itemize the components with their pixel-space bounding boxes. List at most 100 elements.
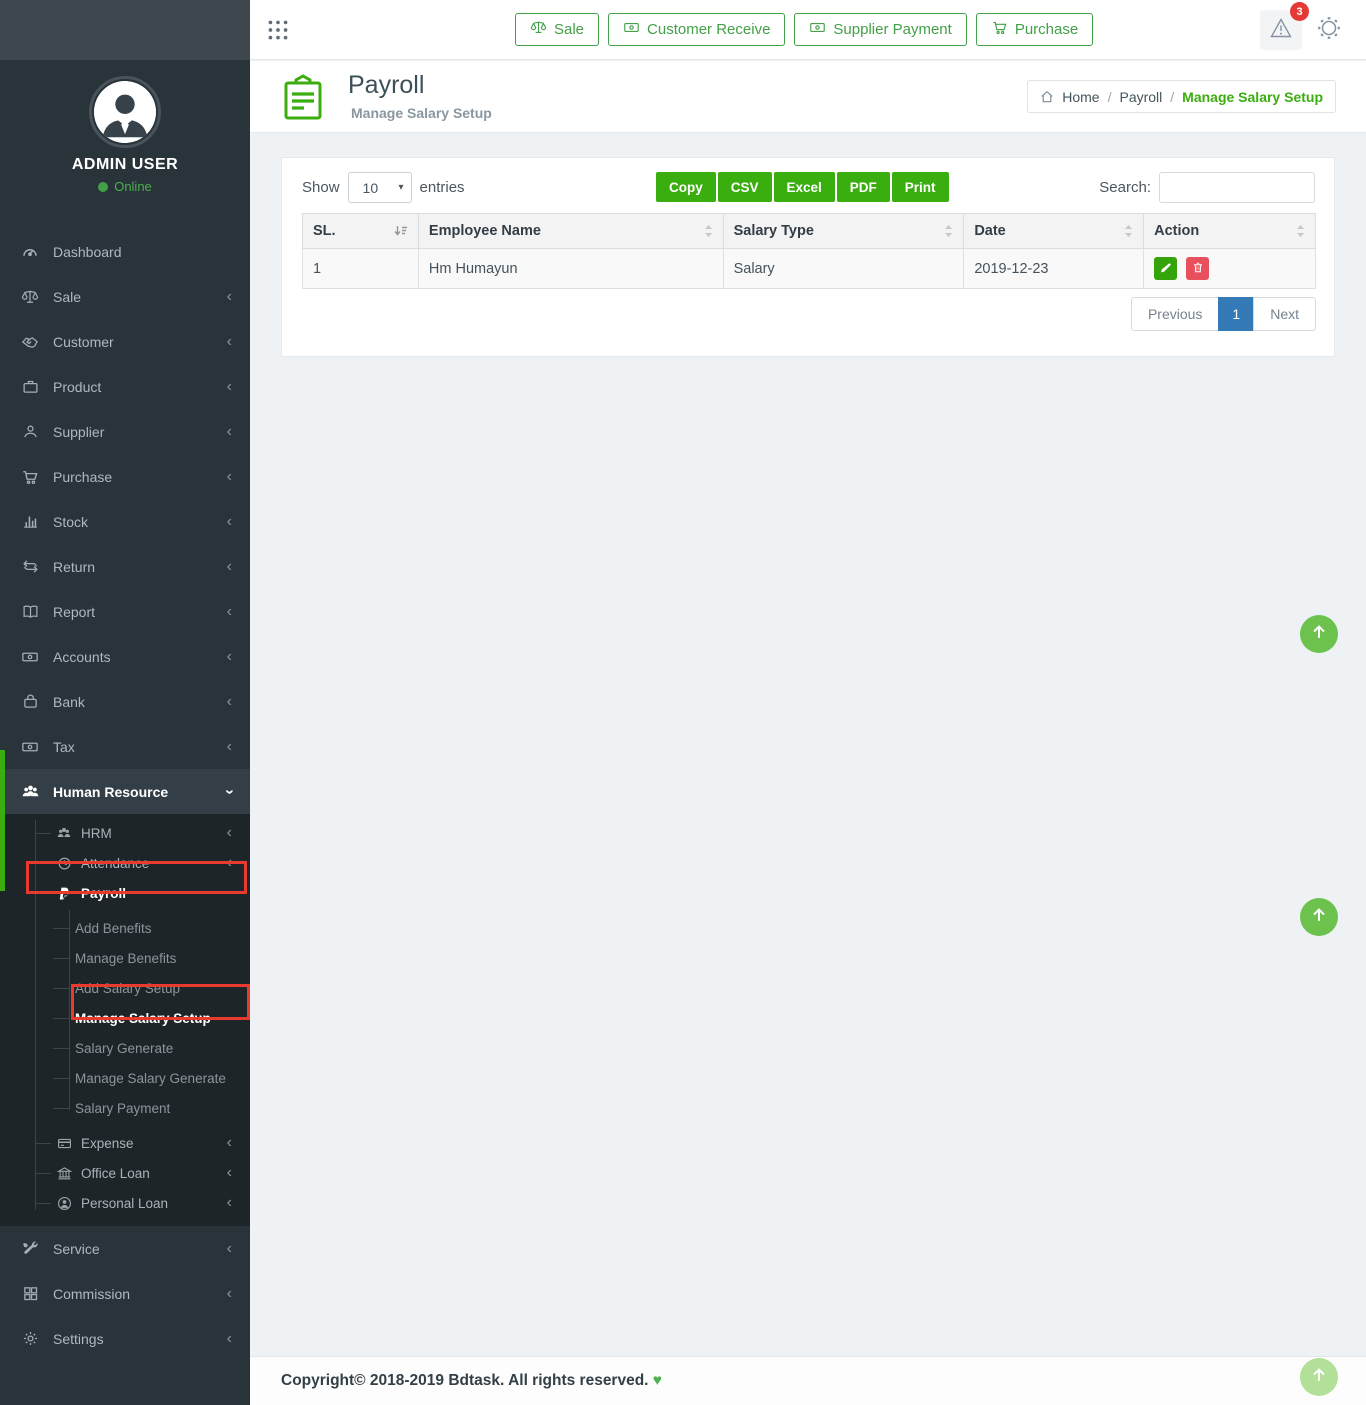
submenu-item-salary-payment[interactable]: Salary Payment bbox=[0, 1093, 250, 1123]
person-icon bbox=[20, 423, 40, 440]
banknote-icon bbox=[20, 738, 40, 756]
column-header-action[interactable]: Action bbox=[1144, 214, 1316, 249]
sidebar-item-label: Service bbox=[53, 1241, 250, 1257]
scroll-to-top-button[interactable] bbox=[1300, 615, 1338, 653]
breadcrumb-home[interactable]: Home bbox=[1062, 89, 1099, 105]
paypal-icon bbox=[55, 886, 73, 901]
submenu-item-office-loan[interactable]: Office Loan ‹ bbox=[0, 1158, 250, 1188]
supplier-payment-button[interactable]: Supplier Payment bbox=[794, 13, 966, 46]
arrow-up-icon bbox=[1309, 1365, 1329, 1390]
handshake-icon bbox=[20, 333, 40, 351]
edit-button[interactable] bbox=[1154, 257, 1177, 280]
submenu-item-attendance[interactable]: Attendance ‹ bbox=[0, 848, 250, 878]
settings-button[interactable] bbox=[1308, 10, 1350, 50]
sidebar-item-label: Return bbox=[53, 559, 250, 575]
submenu-item-payroll[interactable]: Payroll bbox=[0, 878, 250, 908]
alerts-button[interactable]: 3 bbox=[1260, 10, 1302, 50]
sort-desc-icon bbox=[394, 224, 408, 238]
column-header-employee-name[interactable]: Employee Name bbox=[418, 214, 723, 249]
cell-action bbox=[1144, 249, 1316, 289]
submenu-item-label: Manage Salary Generate bbox=[75, 1071, 250, 1086]
print-button[interactable]: Print bbox=[892, 172, 949, 202]
arrow-up-icon bbox=[1309, 622, 1329, 647]
pagination-previous[interactable]: Previous bbox=[1131, 297, 1219, 331]
people-icon bbox=[20, 782, 40, 801]
submenu-item-manage-salary-generate[interactable]: Manage Salary Generate bbox=[0, 1063, 250, 1093]
submenu-item-label: Manage Benefits bbox=[75, 951, 250, 966]
submenu-item-add-benefits[interactable]: Add Benefits bbox=[0, 913, 250, 943]
salary-setup-card: Show 10 ▾ entries Copy CSV Excel PDF Pri… bbox=[281, 157, 1335, 357]
breadcrumb-payroll[interactable]: Payroll bbox=[1119, 89, 1162, 105]
sort-both-icon bbox=[1296, 224, 1305, 238]
export-buttons: Copy CSV Excel PDF Print bbox=[656, 172, 949, 202]
scroll-to-top-button[interactable] bbox=[1300, 898, 1338, 936]
submenu-item-hrm[interactable]: HRM ‹ bbox=[0, 818, 250, 848]
sidebar-header bbox=[0, 0, 250, 60]
search-input[interactable] bbox=[1159, 172, 1315, 203]
customer-receive-button-label: Customer Receive bbox=[647, 21, 770, 38]
sidebar-item-tax[interactable]: Tax ‹ bbox=[0, 724, 250, 769]
submenu-item-personal-loan[interactable]: Personal Loan ‹ bbox=[0, 1188, 250, 1218]
pdf-button[interactable]: PDF bbox=[837, 172, 890, 202]
sidebar-item-label: Report bbox=[53, 604, 250, 620]
sidebar-item-supplier[interactable]: Supplier ‹ bbox=[0, 409, 250, 454]
csv-button[interactable]: CSV bbox=[718, 172, 772, 202]
column-header-salary-type[interactable]: Salary Type bbox=[723, 214, 964, 249]
sidebar-item-commission[interactable]: Commission ‹ bbox=[0, 1271, 250, 1316]
bank-building-icon bbox=[55, 1166, 73, 1181]
pagination-next[interactable]: Next bbox=[1253, 297, 1316, 331]
chevron-left-icon: ‹ bbox=[227, 469, 232, 485]
sidebar-item-bank[interactable]: Bank ‹ bbox=[0, 679, 250, 724]
chevron-left-icon: ‹ bbox=[227, 1195, 232, 1211]
sidebar-item-return[interactable]: Return ‹ bbox=[0, 544, 250, 589]
sidebar-item-dashboard[interactable]: Dashboard bbox=[0, 229, 250, 274]
table-search-control: Search: bbox=[1099, 172, 1315, 203]
chevron-left-icon: ‹ bbox=[227, 289, 232, 305]
sidebar-item-purchase[interactable]: Purchase ‹ bbox=[0, 454, 250, 499]
excel-button[interactable]: Excel bbox=[774, 172, 835, 202]
book-icon bbox=[20, 603, 40, 620]
sidebar-item-settings[interactable]: Settings ‹ bbox=[0, 1316, 250, 1361]
sidebar-item-service[interactable]: Service ‹ bbox=[0, 1226, 250, 1271]
submenu-item-label: Attendance bbox=[81, 856, 250, 871]
sidebar-item-stock[interactable]: Stock ‹ bbox=[0, 499, 250, 544]
active-menu-indicator bbox=[0, 750, 5, 891]
customer-receive-button[interactable]: Customer Receive bbox=[608, 13, 785, 46]
sidebar-item-accounts[interactable]: Accounts ‹ bbox=[0, 634, 250, 679]
menu-toggle-icon[interactable] bbox=[265, 17, 291, 48]
submenu-item-expense[interactable]: Expense ‹ bbox=[0, 1128, 250, 1158]
search-label: Search: bbox=[1099, 179, 1151, 196]
sidebar-item-customer[interactable]: Customer ‹ bbox=[0, 319, 250, 364]
purchase-button[interactable]: Purchase bbox=[976, 13, 1093, 46]
sale-button[interactable]: Sale bbox=[515, 13, 599, 46]
credit-card-icon bbox=[55, 1136, 73, 1151]
submenu-item-label: Office Loan bbox=[81, 1166, 250, 1181]
sidebar-item-label: Bank bbox=[53, 694, 250, 710]
sidebar-item-report[interactable]: Report ‹ bbox=[0, 589, 250, 634]
cell-salary-type: Salary bbox=[723, 249, 964, 289]
sidebar-item-product[interactable]: Product ‹ bbox=[0, 364, 250, 409]
scroll-to-top-button[interactable] bbox=[1300, 1358, 1338, 1396]
entries-select[interactable]: 10 ▾ bbox=[348, 172, 412, 203]
gear-icon bbox=[1316, 15, 1342, 46]
copy-button[interactable]: Copy bbox=[656, 172, 716, 202]
pagination-page-1[interactable]: 1 bbox=[1218, 297, 1254, 331]
submenu-item-manage-salary-setup[interactable]: Manage Salary Setup bbox=[0, 1003, 250, 1033]
arrow-up-icon bbox=[1309, 905, 1329, 930]
user-status: Online bbox=[0, 179, 250, 194]
column-header-sl[interactable]: SL. bbox=[303, 214, 419, 249]
column-header-date[interactable]: Date bbox=[964, 214, 1144, 249]
sale-button-label: Sale bbox=[554, 21, 584, 38]
app-screen: ADMIN USER Online Dashboard Sale ‹ Custo… bbox=[0, 0, 1366, 1405]
warning-icon bbox=[1268, 16, 1294, 45]
chevron-left-icon: ‹ bbox=[227, 1331, 232, 1347]
submenu-item-add-salary-setup[interactable]: Add Salary Setup bbox=[0, 973, 250, 1003]
delete-button[interactable] bbox=[1186, 257, 1209, 280]
sidebar-item-label: Customer bbox=[53, 334, 250, 350]
submenu-item-salary-generate[interactable]: Salary Generate bbox=[0, 1033, 250, 1063]
chevron-left-icon: ‹ bbox=[227, 514, 232, 530]
sidebar-item-sale[interactable]: Sale ‹ bbox=[0, 274, 250, 319]
scales-icon bbox=[530, 19, 547, 40]
submenu-item-manage-benefits[interactable]: Manage Benefits bbox=[0, 943, 250, 973]
sidebar-item-human-resource[interactable]: Human Resource ‹ bbox=[0, 769, 250, 814]
